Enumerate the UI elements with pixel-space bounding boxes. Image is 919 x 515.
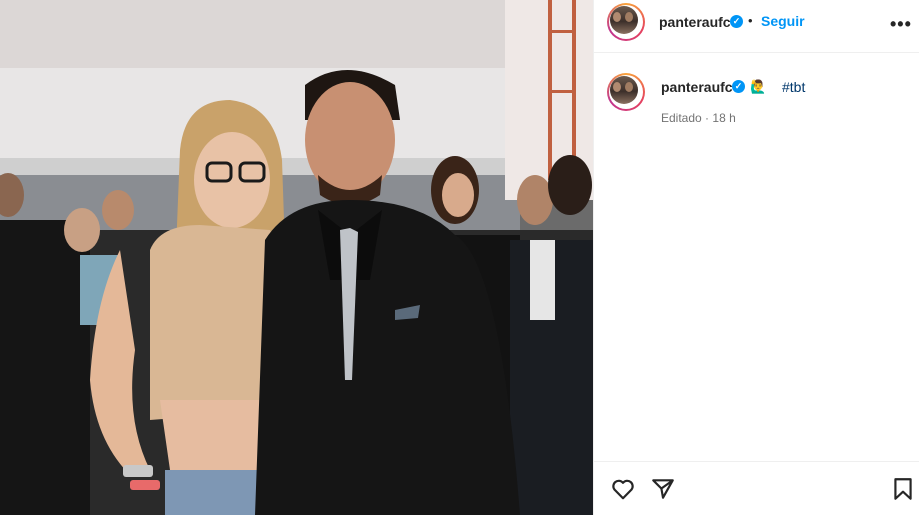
post-meta: Editado · 18 h (661, 111, 736, 125)
caption-avatar[interactable] (607, 73, 645, 111)
verified-icon: ✓ (732, 80, 745, 93)
meta-separator: · (705, 111, 710, 125)
timestamp: 18 h (712, 111, 736, 125)
bookmark-icon[interactable] (890, 476, 916, 502)
verified-icon: ✓ (730, 15, 743, 28)
heart-icon[interactable] (610, 476, 636, 502)
caption-hashtag[interactable]: #tbt (782, 79, 805, 95)
edited-label: Editado (661, 111, 702, 125)
photo-illustration (0, 0, 593, 515)
avatar[interactable] (607, 3, 645, 41)
caption-emoji: 🙋‍♂ (750, 79, 767, 94)
more-icon[interactable]: ••• (890, 14, 912, 35)
follow-button[interactable]: Seguir (761, 13, 805, 29)
post-photo[interactable] (0, 0, 593, 515)
share-icon[interactable] (650, 476, 676, 502)
post-side-panel: panteraufc ✓ • Seguir ••• panteraufc ✓ 🙋… (593, 0, 919, 515)
post-header: panteraufc ✓ • Seguir ••• (594, 0, 919, 53)
action-bar (594, 461, 919, 515)
header-username[interactable]: panteraufc (659, 14, 731, 30)
caption-username[interactable]: panteraufc (661, 79, 733, 95)
header-separator: • (748, 13, 753, 28)
